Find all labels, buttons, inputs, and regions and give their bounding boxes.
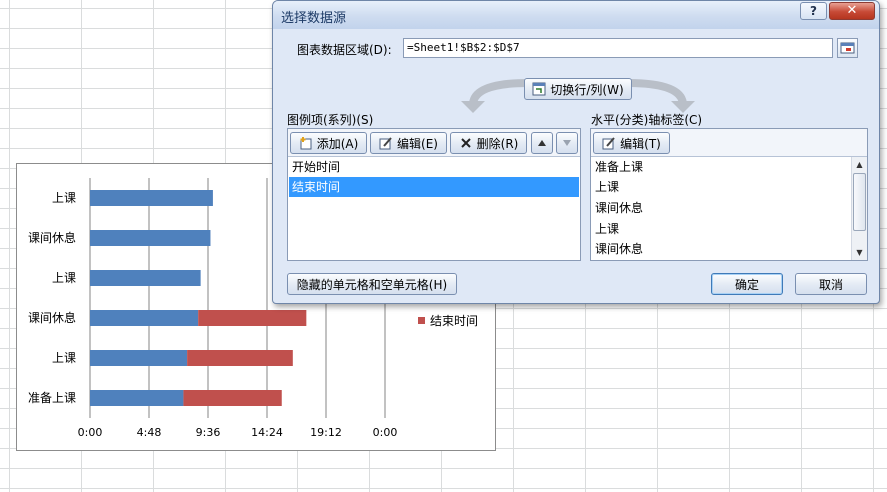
select-data-source-dialog: 选择数据源 ? ✕ 图表数据区域(D): =Sheet1!$B$2:$D$7 切… (272, 0, 880, 304)
triangle-up-icon (538, 140, 546, 146)
delete-label: 删除(R) (476, 136, 519, 151)
dialog-title: 选择数据源 (281, 11, 347, 26)
add-icon (300, 137, 312, 150)
ok-button[interactable]: 确定 (711, 273, 783, 295)
legend-section-label: 图例项(系列)(S) (287, 113, 374, 127)
x-tick-label: 19:12 (310, 426, 342, 439)
x-tick-label: 0:00 (78, 426, 103, 439)
x-tick-label: 14:24 (251, 426, 283, 439)
range-select-icon (840, 42, 855, 54)
axis-labels-panel: 编辑(T) 准备上课 上课 课间休息 上课 课间休息 ▲ ▼ (590, 128, 868, 261)
bar-segment (187, 350, 293, 366)
bar-segment (90, 310, 199, 326)
hidden-empty-cells-button[interactable]: 隐藏的单元格和空单元格(H) (287, 273, 457, 295)
cancel-button[interactable]: 取消 (795, 273, 867, 295)
dialog-titlebar[interactable]: 选择数据源 ? ✕ (273, 1, 879, 29)
x-tick-label: 0:00 (373, 426, 398, 439)
category-label: 上课 (52, 191, 76, 205)
scroll-thumb[interactable] (853, 173, 866, 231)
axis-label-item[interactable]: 课间休息 (592, 198, 850, 218)
switch-icon (532, 82, 546, 96)
hidden-cells-label: 隐藏的单元格和空单元格(H) (296, 277, 448, 292)
delete-icon (460, 138, 471, 148)
switch-row-column-button[interactable]: 切换行/列(W) (524, 78, 632, 100)
help-button[interactable]: ? (800, 2, 827, 20)
ok-label: 确定 (734, 277, 759, 292)
axis-section-label: 水平(分类)轴标签(C) (591, 113, 703, 127)
x-tick-label: 4:48 (137, 426, 162, 439)
category-label: 课间休息 (28, 310, 76, 325)
bar-segment (198, 310, 307, 326)
edit-axis-button[interactable]: 编辑(T) (593, 132, 670, 154)
delete-series-button[interactable]: 删除(R) (450, 132, 527, 154)
legend-swatch-end-time (418, 317, 425, 324)
series-item-selected[interactable]: 结束时间 (289, 177, 579, 197)
axis-edit-label: 编辑(T) (620, 136, 661, 151)
bar-segment (90, 270, 201, 286)
collapse-range-button[interactable] (837, 38, 858, 58)
bar-segment (90, 230, 211, 246)
x-tick-label: 9:36 (196, 426, 221, 439)
axis-label-item[interactable]: 上课 (592, 219, 850, 239)
edit-label: 编辑(E) (397, 136, 438, 151)
edit-icon (379, 137, 392, 150)
cancel-label: 取消 (818, 277, 843, 292)
move-up-button[interactable] (531, 132, 553, 154)
triangle-down-icon (563, 140, 571, 146)
bar-segment (90, 350, 188, 366)
bar-segment (183, 390, 282, 406)
chart-legend: 结束时间 (418, 312, 478, 329)
axis-label-item[interactable]: 上课 (592, 177, 850, 197)
edit-series-button[interactable]: 编辑(E) (370, 132, 447, 154)
category-label: 课间休息 (28, 230, 76, 245)
close-button[interactable]: ✕ (829, 2, 875, 20)
bar-segment (90, 390, 184, 406)
add-series-button[interactable]: 添加(A) (290, 132, 367, 154)
switch-label: 切换行/列(W) (550, 82, 624, 97)
series-item[interactable]: 开始时间 (289, 157, 579, 177)
category-label: 准备上课 (28, 391, 76, 405)
bar-segment (90, 190, 213, 206)
category-label: 上课 (52, 351, 76, 365)
category-label: 上课 (52, 271, 76, 285)
scroll-down-icon[interactable]: ▼ (852, 245, 867, 260)
move-down-button[interactable] (556, 132, 578, 154)
range-label: 图表数据区域(D): (297, 43, 392, 57)
legend-label-end-time: 结束时间 (430, 314, 479, 328)
axis-label-item[interactable]: 课间休息 (592, 239, 850, 259)
add-label: 添加(A) (316, 136, 359, 151)
scroll-up-icon[interactable]: ▲ (852, 157, 867, 172)
axis-toolbar: 编辑(T) (591, 129, 867, 157)
axis-list-scrollbar[interactable]: ▲ ▼ (851, 157, 867, 260)
legend-toolbar: 添加(A) 编辑(E) 删除(R) (288, 129, 580, 157)
axis-label-item[interactable]: 准备上课 (592, 157, 850, 177)
chart-range-input[interactable]: =Sheet1!$B$2:$D$7 (403, 38, 833, 58)
legend-entries-panel: 添加(A) 编辑(E) 删除(R) 开始时间 结束时间 (287, 128, 581, 261)
edit-icon (602, 137, 615, 150)
